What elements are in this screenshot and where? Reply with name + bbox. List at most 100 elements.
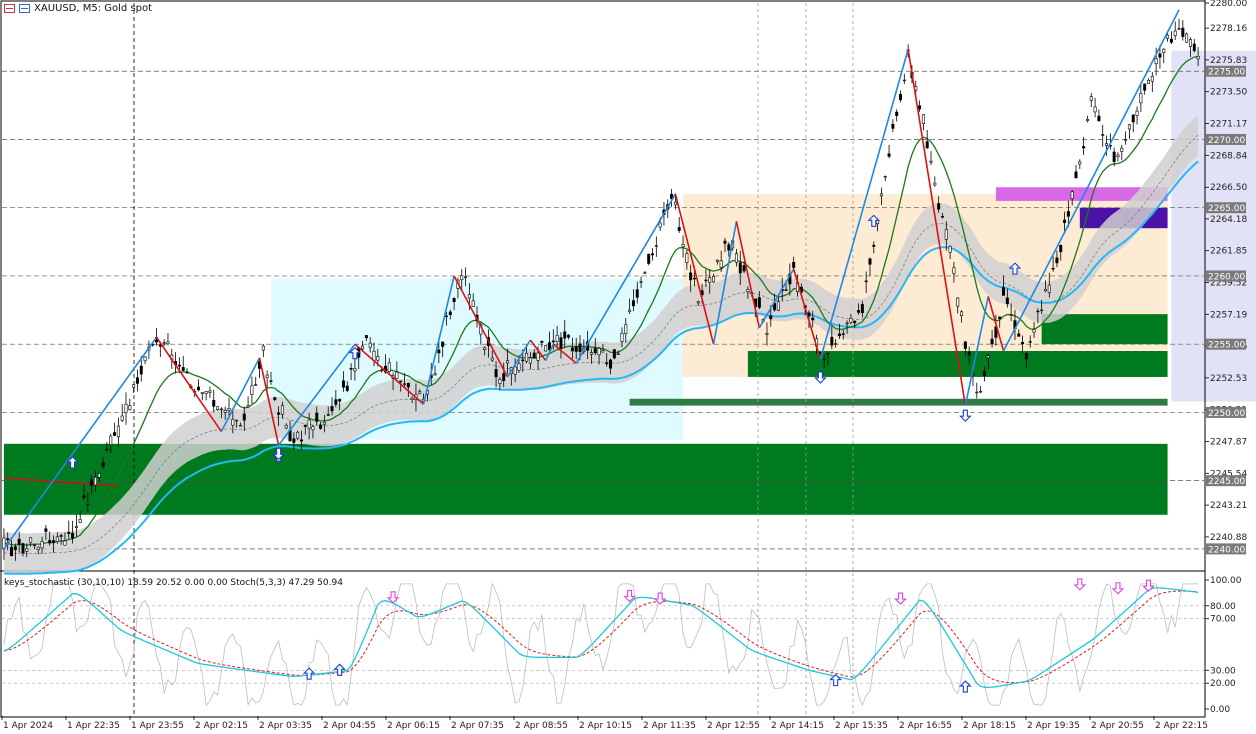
candle-body — [918, 105, 922, 110]
candle-body — [960, 311, 964, 316]
candle-body — [776, 301, 780, 311]
candle-body — [876, 220, 880, 225]
candle-body — [1188, 39, 1192, 47]
candle-body — [712, 276, 716, 283]
candle-body — [685, 253, 689, 263]
candle-body — [1070, 191, 1074, 199]
candle-body — [975, 391, 979, 394]
chart-menu-icon[interactable] — [4, 4, 15, 13]
candle-body — [1154, 58, 1158, 65]
candle-body — [536, 352, 540, 361]
price-tick-label: 2257.19 — [1210, 310, 1247, 320]
candle-body — [982, 371, 986, 377]
candle-body — [872, 244, 876, 247]
candle-body — [307, 419, 311, 429]
candle-body — [578, 343, 582, 352]
candle-body — [177, 364, 181, 367]
candle-body — [887, 153, 891, 157]
candle-body — [1017, 333, 1021, 337]
candle-body — [651, 253, 655, 256]
candle-body — [723, 240, 727, 244]
candle-body — [1074, 171, 1078, 179]
candle-body — [97, 473, 101, 478]
candle-body — [368, 342, 372, 348]
candle-body — [589, 352, 593, 355]
candle-body — [719, 260, 723, 268]
candle-body — [841, 333, 845, 335]
candle-body — [746, 289, 750, 292]
candle-body — [90, 479, 94, 486]
candle-body — [29, 537, 33, 544]
candle-body — [196, 386, 200, 391]
chart-window[interactable]: 2280.00 2278.16 2275.83 2273.50 2271.17 2268.… — [0, 0, 1256, 734]
candle-body — [521, 359, 525, 362]
candle-body — [631, 300, 635, 307]
candle-body — [338, 398, 342, 402]
time-tick-label: 1 Apr 22:35 — [67, 721, 120, 731]
indicator-title: keys_stochastic (30,10,10) 18.59 20.52 0… — [4, 578, 343, 588]
candle-body — [261, 345, 265, 351]
candle-body — [853, 320, 857, 324]
candle-body — [883, 176, 887, 178]
candle-body — [1066, 211, 1070, 217]
candle-body — [1089, 96, 1093, 101]
chart-canvas[interactable]: 2280.00 2278.16 2275.83 2273.50 2271.17 2268.… — [0, 0, 1256, 734]
candle-body — [403, 383, 407, 385]
candle-body — [437, 349, 441, 354]
price-tick-label: 2273.50 — [1210, 88, 1247, 98]
time-tick-label: 2 Apr 20:55 — [1091, 721, 1144, 731]
candle-body — [448, 311, 452, 316]
candle-body — [673, 201, 677, 206]
time-tick-label: 2 Apr 12:55 — [707, 721, 760, 731]
candle-body — [292, 438, 296, 443]
candle-body — [418, 391, 422, 394]
candle-body — [677, 227, 681, 231]
candle-body — [139, 365, 143, 375]
candle-body — [990, 338, 994, 345]
candle-body — [227, 408, 231, 411]
candle-body — [1009, 314, 1013, 316]
candle-body — [162, 342, 166, 344]
candle-body — [1181, 27, 1185, 37]
stoch-tick-label: 0.00 — [1210, 705, 1230, 715]
candle-body — [647, 253, 651, 264]
candle-body — [868, 258, 872, 265]
candle-body — [1051, 268, 1055, 270]
time-tick-label: 2 Apr 07:35 — [451, 721, 504, 731]
candle-body — [998, 316, 1002, 320]
candle-body — [506, 360, 510, 364]
candle-body — [231, 419, 235, 426]
candle-body — [315, 412, 319, 422]
candle-body — [319, 424, 323, 429]
candle-body — [834, 343, 838, 345]
candle-body — [494, 369, 498, 378]
candle-body — [212, 400, 216, 407]
candle-body — [1173, 30, 1177, 36]
candle-body — [1124, 139, 1128, 141]
candle-body — [395, 371, 399, 379]
candle-body — [513, 366, 517, 375]
candle-body — [921, 114, 925, 125]
candle-body — [299, 439, 303, 442]
time-tick-label: 2 Apr 16:55 — [899, 721, 952, 731]
price-tick-label: 2240.88 — [1210, 533, 1247, 543]
candle-body — [280, 405, 284, 415]
candle-body — [277, 412, 281, 415]
candle-body — [1032, 329, 1036, 333]
candle-body — [898, 94, 902, 101]
candle-body — [1131, 114, 1135, 123]
candle-body — [284, 425, 288, 429]
candle-body — [219, 408, 223, 411]
chart-properties-icon[interactable] — [19, 4, 30, 13]
candle-body — [1063, 219, 1067, 223]
candle-body — [410, 397, 414, 400]
candle-body — [399, 380, 403, 383]
price-tick-label: 2268.84 — [1210, 151, 1247, 161]
candle-body — [738, 262, 742, 274]
candle-body — [216, 406, 220, 410]
chart-title-bar: XAUUSD, M5: Gold spot — [4, 3, 152, 14]
candle-body — [1024, 353, 1028, 360]
time-tick-label: 2 Apr 04:55 — [323, 721, 376, 731]
candle-body — [1082, 146, 1086, 149]
candle-body — [132, 384, 136, 388]
